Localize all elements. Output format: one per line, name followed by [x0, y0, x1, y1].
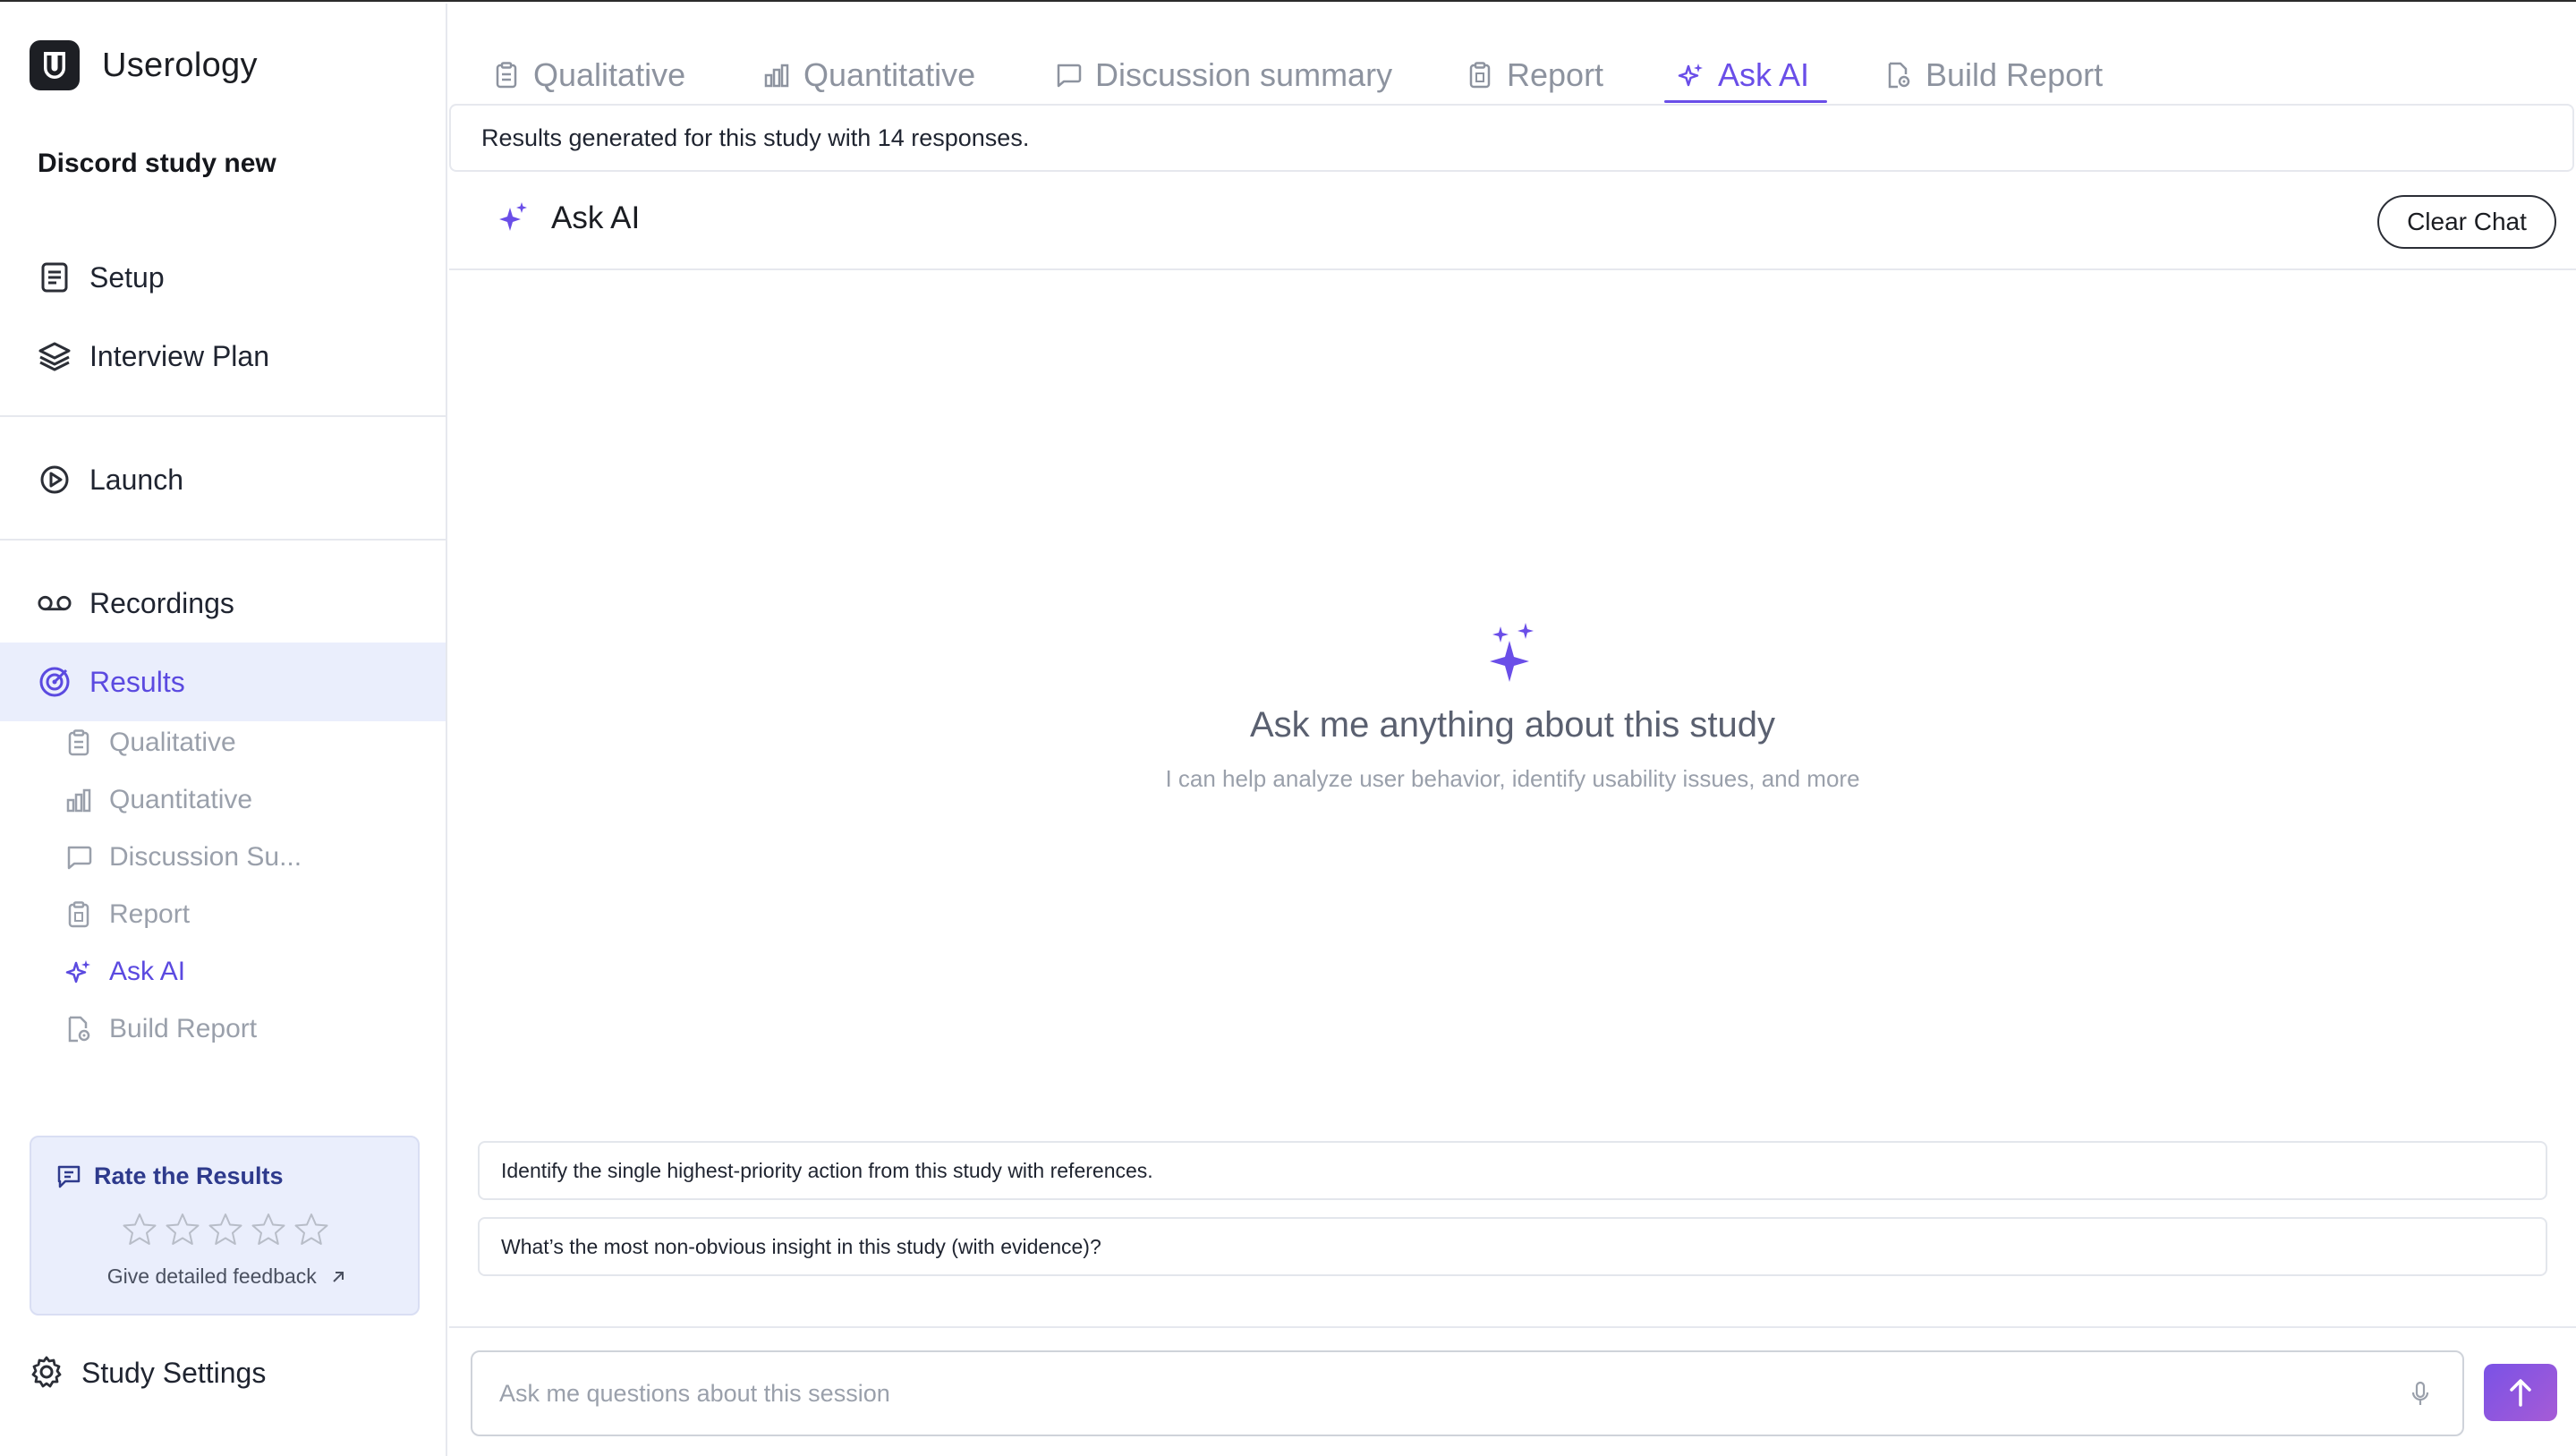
- send-button[interactable]: [2484, 1364, 2557, 1421]
- sidebar-item-recordings[interactable]: Recordings: [0, 566, 446, 641]
- tab-label: Quantitative: [803, 56, 976, 93]
- chat-empty-state: Ask me anything about this study I can h…: [449, 621, 2576, 793]
- main-panel: Qualitative Quantitative Discussion summ…: [449, 4, 2576, 1456]
- sidebar-divider: [0, 539, 446, 541]
- sparkles-icon: [1484, 621, 1542, 685]
- tab-label: Discussion summary: [1095, 56, 1393, 93]
- arrow-up-right-icon: [331, 1265, 345, 1290]
- bar-chart-icon: [64, 786, 93, 814]
- tab-label: Qualitative: [533, 56, 686, 93]
- feedback-icon: [56, 1164, 81, 1189]
- rate-results-title: Rate the Results: [56, 1162, 284, 1190]
- tab-qualitative[interactable]: Qualitative: [492, 50, 685, 100]
- target-icon: [38, 665, 72, 699]
- app-window: Userology Discord study new Setup Interv…: [0, 0, 2576, 1456]
- give-feedback-label: Give detailed feedback: [106, 1264, 317, 1288]
- layers-icon: [38, 339, 72, 373]
- tab-quantitative[interactable]: Quantitative: [762, 50, 975, 100]
- tab-report[interactable]: Report: [1466, 50, 1603, 100]
- sidebar-subitem-report[interactable]: Report: [64, 890, 190, 940]
- ask-ai-title-label: Ask AI: [551, 200, 641, 235]
- voicemail-icon: [38, 586, 72, 620]
- sidebar-divider: [0, 415, 446, 417]
- star-icon[interactable]: [250, 1211, 287, 1248]
- sidebar-item-label: Recordings: [89, 586, 234, 619]
- sidebar-item-launch[interactable]: Launch: [0, 442, 446, 517]
- tab-label: Build Report: [1926, 56, 2104, 93]
- sidebar-subitem-label: Ask AI: [109, 957, 186, 986]
- results-tabs: Qualitative Quantitative Discussion summ…: [449, 4, 2576, 103]
- composer-divider: [449, 1326, 2576, 1328]
- sidebar-item-setup[interactable]: Setup: [0, 240, 446, 315]
- clear-chat-button[interactable]: Clear Chat: [2377, 195, 2556, 249]
- sparkles-icon: [64, 958, 93, 986]
- sidebar-subitem-label: Build Report: [109, 1014, 258, 1043]
- sidebar-item-label: Launch: [89, 463, 183, 496]
- tab-label: Report: [1507, 56, 1604, 93]
- chat-bubble-icon: [1054, 61, 1083, 89]
- sidebar-subitem-label: Qualitative: [109, 728, 236, 757]
- star-icon[interactable]: [293, 1211, 330, 1248]
- arrow-up-icon: [2507, 1377, 2534, 1408]
- play-circle-icon: [38, 463, 72, 497]
- study-title: Discord study new: [38, 149, 276, 178]
- file-gear-icon: [64, 1015, 93, 1043]
- star-icon[interactable]: [121, 1211, 158, 1248]
- clipboard-icon: [492, 61, 521, 89]
- sidebar-subitem-ask-ai[interactable]: Ask AI: [64, 947, 185, 997]
- empty-state-subtitle: I can help analyze user behavior, identi…: [1165, 765, 1860, 792]
- userology-logo-icon: [30, 40, 80, 90]
- clipboard-icon: [1466, 61, 1494, 89]
- suggestion-chip[interactable]: What’s the most non-obvious insight in t…: [478, 1217, 2547, 1276]
- chat-composer: [471, 1350, 2464, 1436]
- sidebar: Userology Discord study new Setup Interv…: [0, 4, 447, 1456]
- study-settings-label: Study Settings: [81, 1356, 267, 1389]
- sidebar-item-interview-plan[interactable]: Interview Plan: [0, 319, 446, 394]
- star-rating: [121, 1211, 330, 1248]
- sidebar-subitem-discussion-summary[interactable]: Discussion Su...: [64, 832, 302, 882]
- results-banner: Results generated for this study with 14…: [449, 104, 2574, 172]
- microphone-icon[interactable]: [2410, 1381, 2436, 1408]
- brand[interactable]: Userology: [30, 40, 258, 90]
- chat-bubble-icon: [64, 843, 93, 872]
- sparkles-icon: [497, 200, 533, 236]
- empty-state-title: Ask me anything about this study: [1250, 705, 1775, 745]
- clipboard-icon: [64, 900, 93, 929]
- app-name: Userology: [102, 46, 258, 84]
- clipboard-icon: [64, 728, 93, 757]
- sidebar-item-label: Interview Plan: [89, 339, 269, 372]
- document-icon: [38, 260, 72, 294]
- sidebar-subitem-label: Discussion Su...: [109, 842, 302, 872]
- sparkles-icon: [1677, 61, 1705, 89]
- suggestion-chip[interactable]: Identify the single highest-priority act…: [478, 1141, 2547, 1200]
- ask-ai-header: Ask AI Clear Chat: [449, 174, 2576, 270]
- study-settings-button[interactable]: Study Settings: [30, 1355, 266, 1391]
- tab-ask-ai[interactable]: Ask AI: [1677, 50, 1809, 100]
- gear-icon: [30, 1355, 65, 1391]
- sidebar-subitem-qualitative[interactable]: Qualitative: [64, 718, 236, 768]
- ask-ai-title: Ask AI: [497, 200, 640, 236]
- star-icon[interactable]: [164, 1211, 201, 1248]
- bar-chart-icon: [762, 61, 791, 89]
- sidebar-subitem-label: Quantitative: [109, 785, 253, 814]
- sidebar-subitem-label: Report: [109, 899, 191, 929]
- rate-results-label: Rate the Results: [94, 1162, 284, 1189]
- sidebar-subitem-quantitative[interactable]: Quantitative: [64, 775, 252, 825]
- active-tab-indicator: [1664, 100, 1827, 103]
- sidebar-item-results[interactable]: Results: [0, 643, 446, 721]
- tab-label: Ask AI: [1718, 56, 1810, 93]
- sidebar-item-label: Setup: [89, 260, 165, 294]
- tab-build-report[interactable]: Build Report: [1884, 50, 2103, 100]
- sidebar-subitem-build-report[interactable]: Build Report: [64, 1004, 257, 1054]
- file-gear-icon: [1884, 61, 1913, 89]
- sidebar-item-label: Results: [89, 665, 185, 698]
- give-feedback-link[interactable]: Give detailed feedback: [31, 1264, 421, 1290]
- rate-results-card: Rate the Results Give detailed feedback: [30, 1136, 420, 1316]
- chat-input[interactable]: [499, 1352, 2378, 1435]
- tab-discussion-summary[interactable]: Discussion summary: [1054, 50, 1392, 100]
- star-icon[interactable]: [207, 1211, 244, 1248]
